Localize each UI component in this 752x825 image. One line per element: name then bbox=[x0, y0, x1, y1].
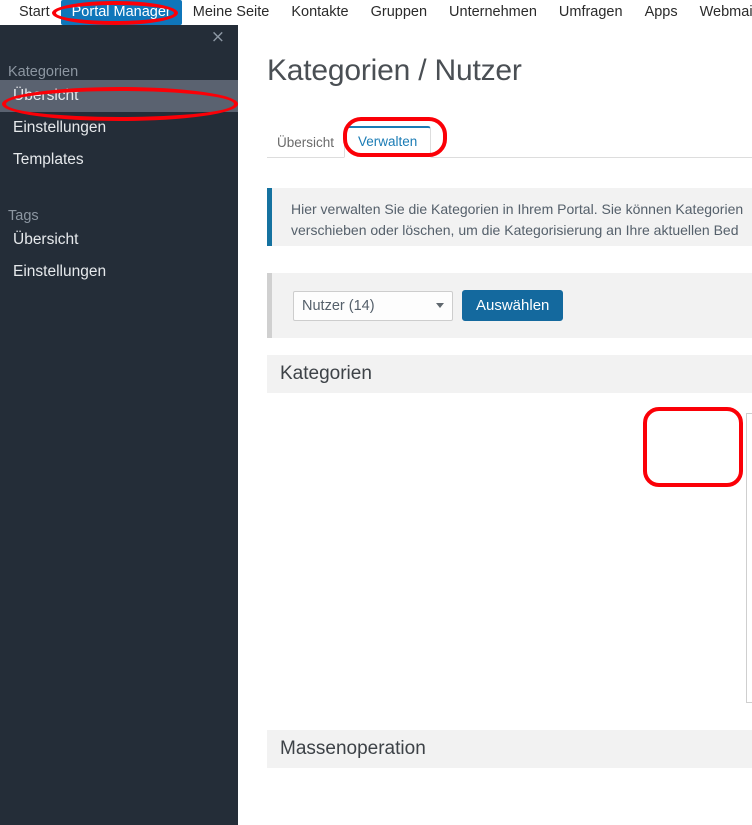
sidebar-group-kategorien: Kategorien Übersicht Einstellungen Template… bbox=[0, 64, 238, 176]
close-icon[interactable]: × bbox=[211, 29, 225, 46]
info-alert: Hier verwalten Sie die Kategorien in Ihr… bbox=[267, 188, 752, 246]
page-title: Kategorien / Nutzer bbox=[267, 54, 522, 87]
top-navigation-bar: Start Portal Manager Meine Seite Kontakte Gr… bbox=[0, 0, 752, 25]
main-content: Kategorien / Nutzer Übersicht Verwalten H… bbox=[238, 25, 752, 825]
nav-item-umfragen[interactable]: Umfragen bbox=[548, 0, 634, 25]
sidebar-group-label: Tags bbox=[8, 208, 39, 224]
tab-bar: Übersicht Verwalten bbox=[267, 122, 752, 158]
nav-item-meine-seite[interactable]: Meine Seite bbox=[182, 0, 281, 25]
sidebar-group-tags: Tags Übersicht Einstellungen bbox=[0, 208, 238, 288]
nav-item-unternehmen[interactable]: Unternehmen bbox=[438, 0, 548, 25]
tab-verwalten[interactable]: Verwalten bbox=[344, 126, 432, 158]
sidebar-item-templates[interactable]: Templates bbox=[0, 144, 238, 176]
nav-item-webmail[interactable]: Webmail bbox=[689, 0, 752, 25]
sidebar-group-label: Kategorien bbox=[8, 64, 79, 80]
sidebar-item--bersicht[interactable]: Übersicht bbox=[0, 224, 238, 256]
section-header-kategorien: Kategorien bbox=[267, 355, 752, 393]
sidebar-item-einstellungen[interactable]: Einstellungen bbox=[0, 112, 238, 144]
category-tree: NutzerstatusUnternehmeAngestellterSelbst… bbox=[747, 414, 752, 690]
nav-item-portal-manager[interactable]: Portal Manager bbox=[60, 0, 182, 25]
category-selector-row: Nutzer (14) Auswählen bbox=[293, 290, 564, 321]
category-selector-panel: Nutzer (14) Auswählen bbox=[267, 273, 752, 338]
sidebar-item-einstellungen[interactable]: Einstellungen bbox=[0, 256, 238, 288]
info-alert-text: Hier verwalten Sie die Kategorien in Ihr… bbox=[291, 201, 744, 238]
category-select[interactable]: Nutzer (14) bbox=[293, 290, 453, 321]
category-tree-panel[interactable]: NutzerstatusUnternehmeAngestellterSelbst… bbox=[746, 413, 752, 703]
nav-item-gruppen[interactable]: Gruppen bbox=[360, 0, 438, 25]
sidebar-item--bersicht[interactable]: Übersicht bbox=[0, 80, 238, 112]
nav-item-start[interactable]: Start bbox=[8, 0, 61, 25]
section-header-massenoperation: Massenoperation bbox=[267, 730, 752, 768]
category-select-wrapper: Nutzer (14) bbox=[293, 290, 453, 321]
auswaehlen-button[interactable]: Auswählen bbox=[462, 290, 564, 321]
tab--bersicht[interactable]: Übersicht bbox=[267, 127, 344, 158]
sidebar: × Kategorien Übersicht Einstellungen Templa… bbox=[0, 25, 238, 825]
nav-item-kontakte[interactable]: Kontakte bbox=[280, 0, 359, 25]
nav-item-apps[interactable]: Apps bbox=[634, 0, 689, 25]
